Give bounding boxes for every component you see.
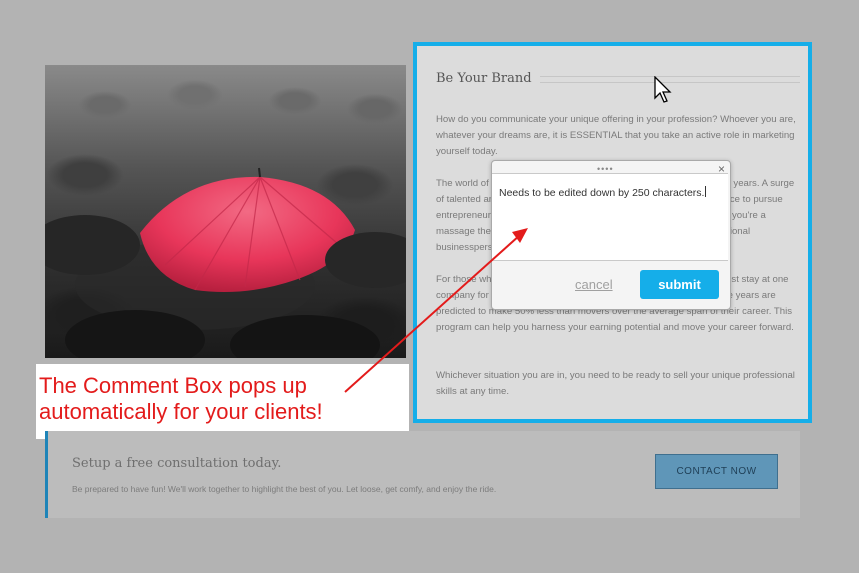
consultation-banner: Setup a free consultation today. Be prep…	[45, 431, 800, 518]
article-title: Be Your Brand	[436, 71, 540, 86]
annotation-callout: The Comment Box pops up automatically fo…	[36, 364, 409, 439]
submit-button[interactable]: submit	[640, 270, 719, 299]
red-umbrella-illustration	[45, 167, 406, 358]
comment-text: Needs to be edited down by 250 character…	[499, 187, 705, 199]
consultation-text: Be prepared to have fun! We'll work toge…	[72, 484, 497, 494]
article-paragraph: Whichever situation you are in, you need…	[436, 370, 795, 397]
text-caret	[705, 186, 707, 197]
consultation-title: Setup a free consultation today.	[72, 456, 282, 471]
cancel-link[interactable]: cancel	[575, 277, 613, 292]
comment-box-popup: •••• × Needs to be edited down by 250 ch…	[491, 160, 731, 310]
annotation-line: The Comment Box pops up	[39, 373, 307, 398]
annotation-line: automatically for your clients!	[39, 399, 323, 424]
comment-textarea[interactable]: Needs to be edited down by 250 character…	[492, 173, 728, 261]
mouse-pointer-icon	[654, 76, 672, 103]
article-paragraph: How do you communicate your unique offer…	[436, 114, 796, 157]
hero-umbrella-image	[45, 65, 406, 358]
contact-now-button[interactable]: Contact Now	[655, 454, 778, 489]
annotation-text: The Comment Box pops up automatically fo…	[39, 373, 323, 425]
